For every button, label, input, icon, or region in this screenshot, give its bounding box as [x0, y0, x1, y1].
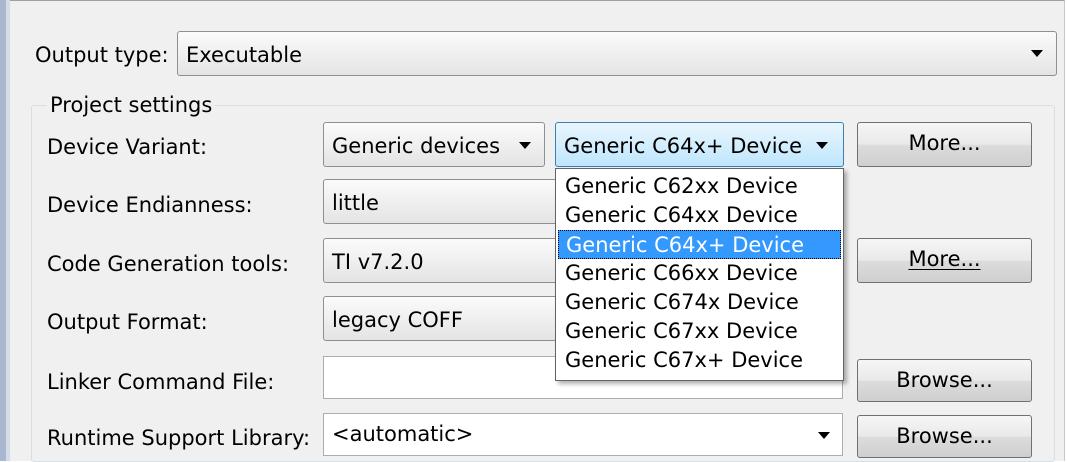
rts-lib-combo[interactable]: <automatic>	[323, 413, 843, 456]
device-option[interactable]: Generic C674x Device	[558, 288, 841, 317]
linker-browse-label: Browse...	[896, 368, 993, 392]
output-type-label: Output type:	[35, 43, 169, 67]
rts-lib-value: <automatic>	[332, 422, 474, 446]
device-dropdown-list: Generic C62xx Device Generic C64xx Devic…	[555, 168, 844, 381]
chevron-down-icon	[519, 142, 531, 149]
codegen-more-label: More...	[908, 247, 981, 271]
output-type-select[interactable]: Executable	[177, 31, 1057, 76]
device-variant-label: Device Variant:	[47, 135, 208, 159]
rts-browse-label: Browse...	[896, 424, 993, 448]
rts-lib-label: Runtime Support Library:	[47, 426, 311, 450]
endianness-select[interactable]: little	[323, 179, 563, 224]
output-format-select[interactable]: legacy COFF	[323, 296, 563, 341]
codegen-more-button[interactable]: More...	[857, 238, 1032, 283]
device-option[interactable]: Generic C66xx Device	[558, 259, 841, 288]
device-option[interactable]: Generic C62xx Device	[558, 172, 841, 201]
output-format-value: legacy COFF	[332, 308, 463, 332]
chevron-down-icon	[816, 142, 828, 149]
chevron-down-icon	[818, 432, 830, 439]
linker-browse-button[interactable]: Browse...	[857, 359, 1032, 402]
device-more-label: More...	[908, 131, 981, 155]
device-option[interactable]: Generic C64xx Device	[558, 201, 841, 230]
rts-browse-button[interactable]: Browse...	[857, 415, 1032, 458]
codegen-select[interactable]: TI v7.2.0	[323, 238, 563, 283]
codegen-label: Code Generation tools:	[47, 252, 290, 276]
device-more-button[interactable]: More...	[857, 122, 1032, 167]
output-type-value: Executable	[186, 43, 303, 67]
endianness-value: little	[332, 191, 379, 215]
chevron-down-icon	[1031, 50, 1043, 57]
device-family-select[interactable]: Generic devices	[323, 122, 545, 167]
endianness-label: Device Endianness:	[47, 193, 253, 217]
project-properties-panel: Output type: Executable Project settings…	[10, 0, 1065, 462]
device-select[interactable]: Generic C64x+ Device	[555, 122, 844, 167]
device-option-selected[interactable]: Generic C64x+ Device	[558, 230, 841, 259]
device-value: Generic C64x+ Device	[564, 134, 803, 158]
codegen-value: TI v7.2.0	[332, 250, 424, 274]
output-format-label: Output Format:	[47, 310, 208, 334]
device-option[interactable]: Generic C67xx Device	[558, 317, 841, 346]
project-settings-title: Project settings	[47, 93, 216, 117]
linker-cmd-label: Linker Command File:	[47, 370, 275, 394]
device-option[interactable]: Generic C67x+ Device	[558, 346, 841, 375]
device-family-value: Generic devices	[332, 134, 501, 158]
